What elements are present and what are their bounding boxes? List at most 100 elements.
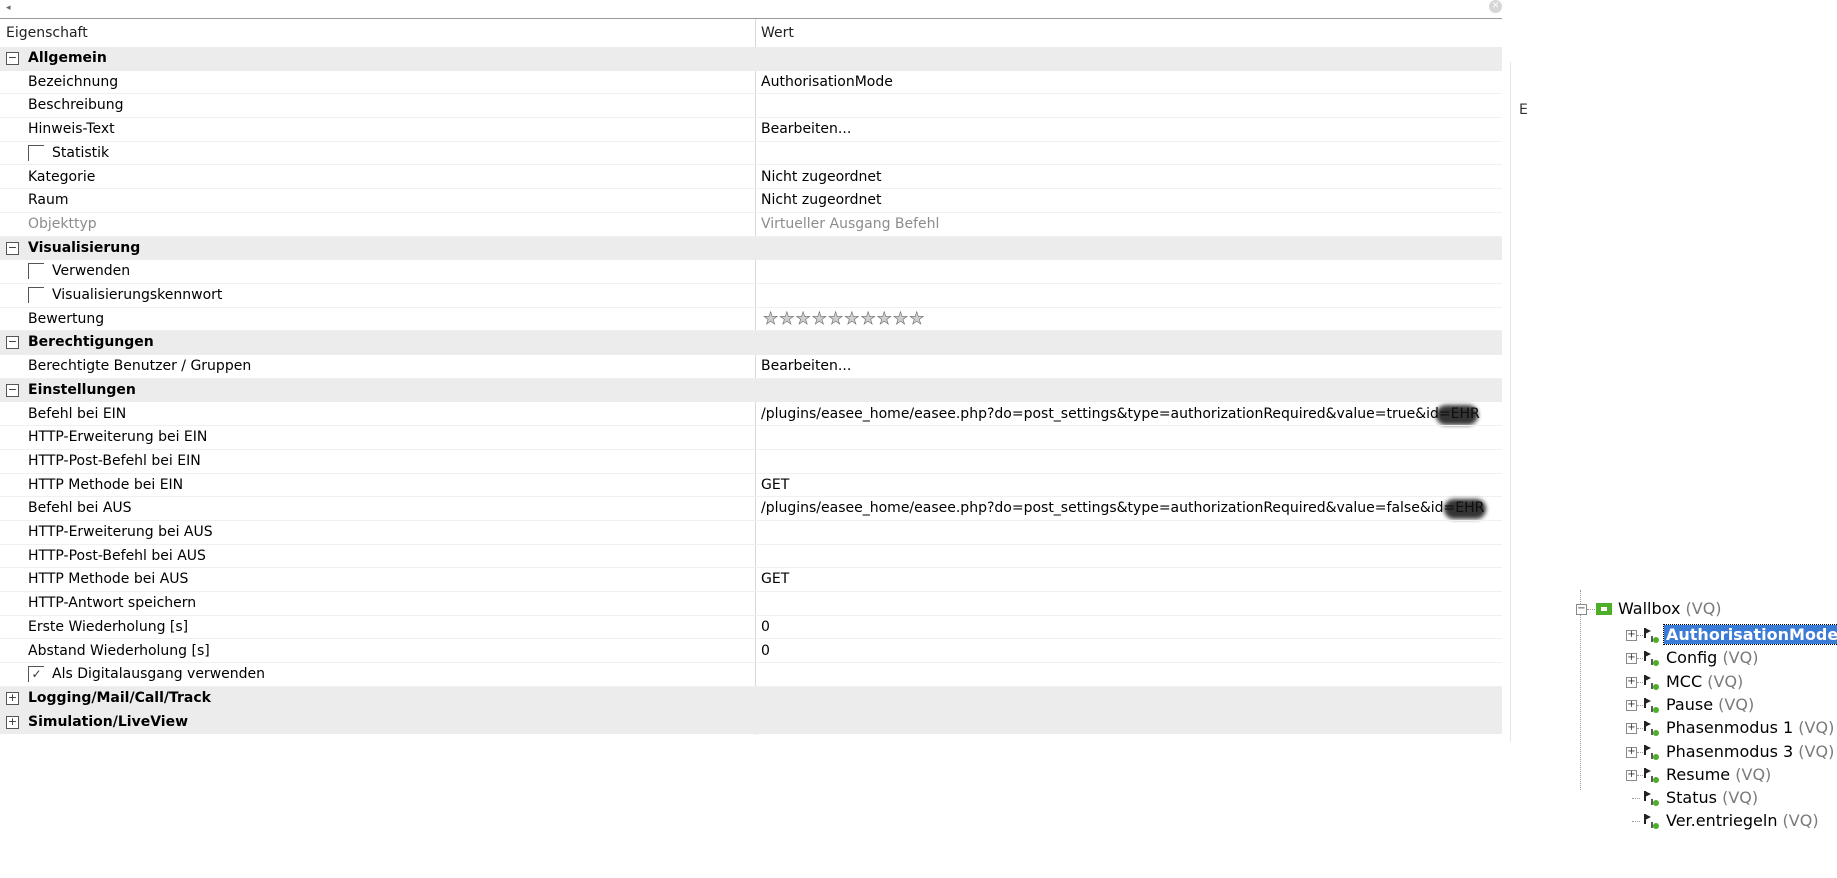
toolbar-marker-icon: ◂ [6,3,11,13]
property-name: Logging/Mail/Call/Track [28,689,211,706]
category-row[interactable]: − Berechtigungen [0,331,1502,356]
expand-icon[interactable]: + [1626,630,1637,641]
property-name: Erste Wiederholung [s] [28,618,189,635]
expand-icon[interactable]: + [6,691,19,705]
property-value[interactable]: 0 [761,619,770,635]
property-row[interactable]: Hinweis-Text Bearbeiten... [0,118,1502,142]
tree-node-name: Ver.entriegeln [1666,811,1778,831]
property-value[interactable]: 0 [761,643,770,659]
property-row[interactable]: Raum Nicht zugeordnet [0,189,1502,213]
property-name: Kategorie [28,168,96,185]
virtual-output-icon [1644,767,1659,783]
property-name: Berechtigte Benutzer / Gruppen [28,358,252,375]
property-row[interactable]: HTTP-Post-Befehl bei EIN [0,450,1502,474]
expand-icon[interactable]: + [6,715,19,729]
collapse-icon[interactable]: − [6,241,19,255]
property-row[interactable]: Befehl bei AUS/plugins/easee_home/easee.… [0,497,1502,521]
property-value[interactable]: GET [761,571,789,587]
property-row[interactable]: HTTP Methode bei EIN GET [0,474,1502,498]
collapse-icon[interactable]: − [6,383,19,397]
property-value[interactable]: Nicht zugeordnet [761,192,882,208]
property-value[interactable]: Bearbeiten... [761,121,851,137]
property-row[interactable]: Abstand Wiederholung [s] 0 [0,640,1502,664]
tree-node-label: Wallbox (VQ) [1618,599,1722,618]
tree-connector-dots [1632,798,1640,800]
property-row[interactable]: Visualisierungskennwort [0,284,1502,308]
category-row[interactable]: − Einstellungen [0,378,1502,403]
virtual-output-icon [1644,628,1659,643]
property-name: Befehl bei EIN [28,405,127,422]
category-row[interactable]: + Simulation/LiveView [0,710,1502,735]
expand-icon[interactable]: + [1626,699,1637,711]
expand-icon[interactable]: + [1626,653,1637,665]
checkbox[interactable] [28,144,44,161]
property-row[interactable]: HTTP-Post-Befehl bei AUS [0,545,1502,569]
virtual-output-icon [1644,674,1659,690]
property-value[interactable]: AuthorisationMode [761,74,893,90]
tree-node-type: (VQ) [1798,741,1835,761]
collapse-icon[interactable]: − [6,336,19,350]
category-row[interactable]: + Logging/Mail/Call/Track [0,686,1502,711]
expand-icon[interactable]: + [1626,769,1637,781]
property-row[interactable]: Objekttyp Virtueller Ausgang Befehl [0,213,1502,237]
redaction-mark [1444,499,1486,520]
property-name: Einstellungen [28,381,136,398]
property-row[interactable]: Bewertung ★★★★★★★★★★ [0,308,1502,332]
property-value[interactable]: Nicht zugeordnet [761,169,882,185]
checkbox[interactable]: ✓ [28,666,44,683]
property-name: Raum [28,192,69,209]
property-row[interactable]: ✓ Als Digitalausgang verwenden [0,663,1502,687]
tree-node-name: Config [1666,648,1718,668]
rating-stars[interactable]: ★★★★★★★★★★ [763,308,925,329]
tree-node-label: Phasenmodus 1 (VQ) [1666,718,1834,737]
expand-icon[interactable]: + [1626,676,1637,688]
property-row[interactable]: HTTP-Antwort speichern [0,592,1502,616]
property-name: Beschreibung [28,97,124,114]
header-value[interactable]: Wert [761,25,794,41]
virtual-output-icon [1644,814,1659,830]
property-row[interactable]: HTTP-Erweiterung bei AUS [0,521,1502,545]
category-row[interactable]: − Allgemein [0,47,1502,71]
tree-node-type: (VQ) [1685,599,1722,618]
expand-icon[interactable]: + [1626,723,1637,735]
tree-node-label: Status (VQ) [1666,788,1758,807]
property-row[interactable]: Verwenden [0,260,1502,284]
property-row[interactable]: Erste Wiederholung [s] 0 [0,616,1502,640]
property-row[interactable]: HTTP Methode bei AUS GET [0,568,1502,593]
property-name: Abstand Wiederholung [s] [28,642,210,659]
property-row[interactable]: Befehl bei EIN/plugins/easee_home/easee.… [0,403,1502,427]
property-value[interactable]: /plugins/easee_home/easee.php?do=post_se… [761,500,1484,516]
property-name: Visualisierungskennwort [52,287,223,303]
tree-connector-dots [1587,609,1595,610]
property-value[interactable]: Virtueller Ausgang Befehl [761,216,939,232]
tree-node-label: MCC (VQ) [1666,672,1743,691]
wallbox-icon [1596,603,1612,615]
property-row[interactable]: Statistik [0,142,1502,166]
property-name: Visualisierung [28,239,141,256]
property-name: Simulation/LiveView [28,713,189,730]
tree-node-label: Pause (VQ) [1666,695,1754,714]
collapse-icon[interactable]: − [1576,604,1587,615]
property-row[interactable]: Bezeichnung AuthorisationMode [0,71,1502,95]
property-row[interactable]: Berechtigte Benutzer / Gruppen Bearbeiten… [0,355,1502,379]
close-icon[interactable]: ✕ [1489,0,1502,13]
property-value[interactable]: /plugins/easee_home/easee.php?do=post_se… [761,406,1480,422]
property-row[interactable]: Beschreibung [0,94,1502,119]
checkbox[interactable] [28,263,44,280]
checkbox[interactable] [28,287,44,303]
tree-node-name: Status [1666,788,1717,808]
property-name: Befehl bei AUS [28,500,132,517]
expand-icon[interactable]: + [1626,746,1637,758]
property-grid: ◂ ✕ Eigenschaft Wert − Allgemein Bezeichnu… [0,0,1528,745]
collapse-icon[interactable]: − [6,52,19,65]
property-value[interactable]: Bearbeiten... [761,358,851,374]
virtual-output-icon [1644,744,1659,760]
category-row[interactable]: − Visualisierung [0,236,1502,261]
property-row[interactable]: Kategorie Nicht zugeordnet [0,166,1502,190]
property-row[interactable]: HTTP-Erweiterung bei EIN [0,426,1502,450]
property-name: Statistik [52,144,110,161]
virtual-output-icon [1644,721,1659,737]
property-value[interactable]: GET [761,477,789,493]
header-property[interactable]: Eigenschaft [6,25,88,41]
panel-edge [1510,62,1511,742]
